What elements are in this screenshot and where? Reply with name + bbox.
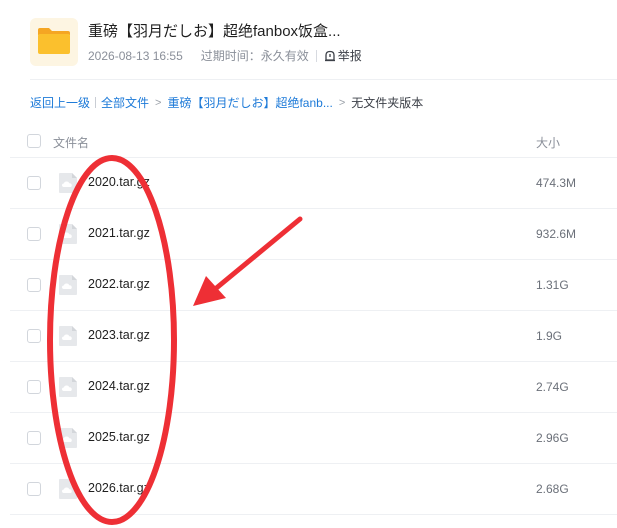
share-date: 2026-08-13 16:55 (88, 48, 183, 63)
report-button[interactable]: 举报 (324, 47, 362, 64)
row-checkbox[interactable] (27, 431, 41, 445)
expire-label: 过期时间： (200, 49, 261, 63)
row-checkbox[interactable] (27, 278, 41, 292)
breadcrumb-arrow: > (155, 96, 162, 109)
row-checkbox[interactable] (27, 482, 41, 496)
file-size: 2.74G (536, 380, 569, 394)
breadcrumb-arrow: > (338, 96, 346, 109)
column-header-size[interactable]: 大小 (536, 134, 560, 151)
file-name[interactable]: 2026.tar.gz (88, 481, 150, 495)
breadcrumb-parent-folder[interactable]: 重磅【羽月だしお】超绝fanb... (167, 94, 332, 111)
file-size: 1.9G (536, 329, 563, 343)
file-row[interactable]: 2020.tar.gz 474.3M (10, 158, 617, 209)
file-name[interactable]: 2025.tar.gz (88, 430, 150, 444)
breadcrumb-current: 无文件夹版本 (351, 96, 424, 110)
file-size: 474.3M (536, 176, 577, 190)
share-meta: 2026-08-13 16:55 过期时间： 永久有效 举报 (88, 47, 362, 64)
table-header: 文件名 大小 (10, 124, 617, 158)
file-row[interactable]: 2021.tar.gz 932.6M (10, 209, 617, 260)
file-row[interactable]: 2026.tar.gz 2.68G (10, 464, 617, 515)
cloud-file-icon (58, 376, 78, 398)
folder-icon (30, 18, 78, 66)
file-row[interactable]: 2024.tar.gz 2.74G (10, 362, 617, 413)
cloud-file-icon (58, 172, 78, 194)
file-size: 2.68G (536, 482, 569, 496)
column-header-name[interactable]: 文件名 (53, 134, 89, 151)
breadcrumb-back[interactable]: 返回上一级 (30, 94, 90, 111)
file-name[interactable]: 2023.tar.gz (88, 328, 150, 342)
file-name[interactable]: 2022.tar.gz (88, 277, 150, 291)
breadcrumb-all-files[interactable]: 全部文件 (101, 94, 149, 111)
file-row[interactable]: 2025.tar.gz 2.96G (10, 413, 617, 464)
cloud-file-icon (58, 274, 78, 296)
meta-divider (315, 49, 317, 62)
file-size: 2.96G (536, 431, 569, 445)
breadcrumb-divider (95, 97, 97, 108)
row-checkbox[interactable] (27, 380, 41, 394)
report-label: 举报 (337, 49, 362, 63)
select-all-checkbox[interactable] (27, 134, 41, 148)
expire-value: 永久有效 (260, 49, 309, 63)
file-size: 1.31G (536, 278, 569, 292)
cloud-file-icon (58, 427, 78, 449)
file-size: 932.6M (536, 227, 577, 241)
breadcrumb: 返回上一级 全部文件 > 重磅【羽月だしお】超绝fanb... > 无文件夹版本 (30, 94, 423, 111)
file-name[interactable]: 2021.tar.gz (88, 226, 150, 240)
file-row[interactable]: 2022.tar.gz 1.31G (10, 260, 617, 311)
report-icon (324, 50, 335, 61)
cloud-file-icon (58, 223, 78, 245)
file-name[interactable]: 2020.tar.gz (88, 175, 150, 189)
share-title: 重磅【羽月だしお】超绝fanbox饭盒... (88, 23, 341, 40)
cloud-file-icon (58, 325, 78, 347)
cloud-file-icon (58, 478, 78, 500)
row-checkbox[interactable] (27, 176, 41, 190)
row-checkbox[interactable] (27, 329, 41, 343)
row-checkbox[interactable] (27, 227, 41, 241)
file-name[interactable]: 2024.tar.gz (88, 379, 150, 393)
share-header: 重磅【羽月だしお】超绝fanbox饭盒... 2026-08-13 16:55 … (30, 14, 617, 80)
file-row[interactable]: 2023.tar.gz 1.9G (10, 311, 617, 362)
